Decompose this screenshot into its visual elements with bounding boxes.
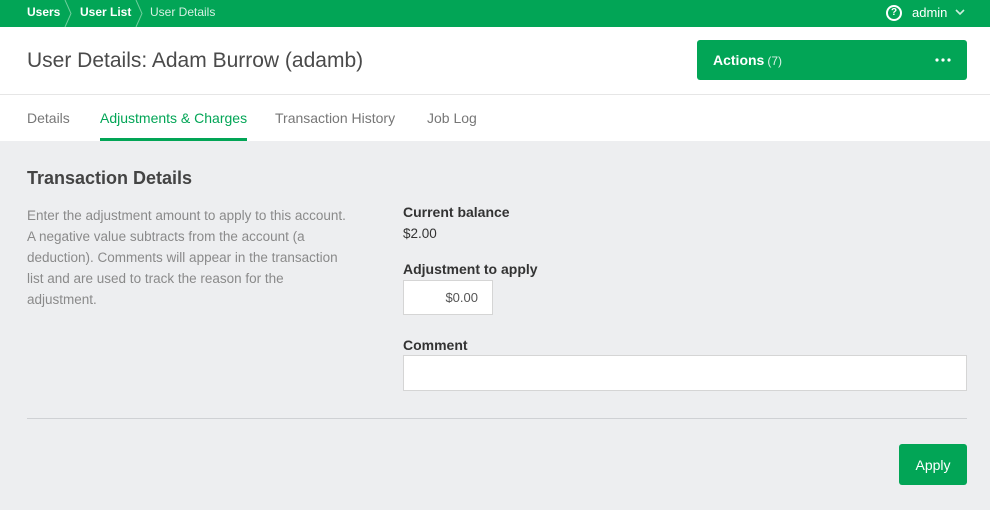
tab-bar: Details Adjustments & Charges Transactio…	[0, 95, 990, 141]
apply-button[interactable]: Apply	[899, 444, 967, 485]
actions-button-label: Actions (7)	[713, 52, 783, 68]
current-balance-value: $2.00	[403, 226, 437, 241]
question-circle-icon[interactable]: ?	[886, 5, 902, 21]
comment-label: Comment	[403, 337, 468, 353]
divider	[27, 418, 967, 419]
help-text: Enter the adjustment amount to apply to …	[27, 208, 346, 307]
adjustment-input[interactable]	[403, 280, 493, 315]
breadcrumb-separator-icon	[135, 0, 143, 27]
breadcrumb-separator-icon	[64, 0, 72, 27]
chevron-down-icon[interactable]	[955, 9, 965, 16]
current-balance-label: Current balance	[403, 204, 510, 220]
actions-button[interactable]: Actions (7)	[697, 40, 967, 80]
tab-job-log[interactable]: Job Log	[427, 95, 477, 141]
user-menu-label[interactable]: admin	[912, 0, 947, 25]
top-bar: Users User List User Details ? admin	[0, 0, 990, 27]
page-header: User Details: Adam Burrow (adamb) Action…	[0, 27, 990, 95]
comment-input[interactable]	[403, 355, 967, 391]
tab-details[interactable]: Details	[27, 95, 70, 141]
adjustment-label: Adjustment to apply	[403, 261, 538, 277]
breadcrumb-user-list[interactable]: User List	[80, 0, 131, 27]
breadcrumb-users[interactable]: Users	[27, 0, 60, 27]
breadcrumb-user-details: User Details	[150, 5, 216, 19]
section-title: Transaction Details	[27, 168, 193, 188]
tab-adjustments-charges[interactable]: Adjustments & Charges	[100, 95, 248, 141]
more-horizontal-icon	[935, 58, 951, 62]
page-title: User Details: Adam Burrow (adamb)	[27, 49, 364, 72]
tab-transaction-history[interactable]: Transaction History	[275, 95, 395, 141]
actions-count-badge: (7)	[767, 54, 783, 68]
